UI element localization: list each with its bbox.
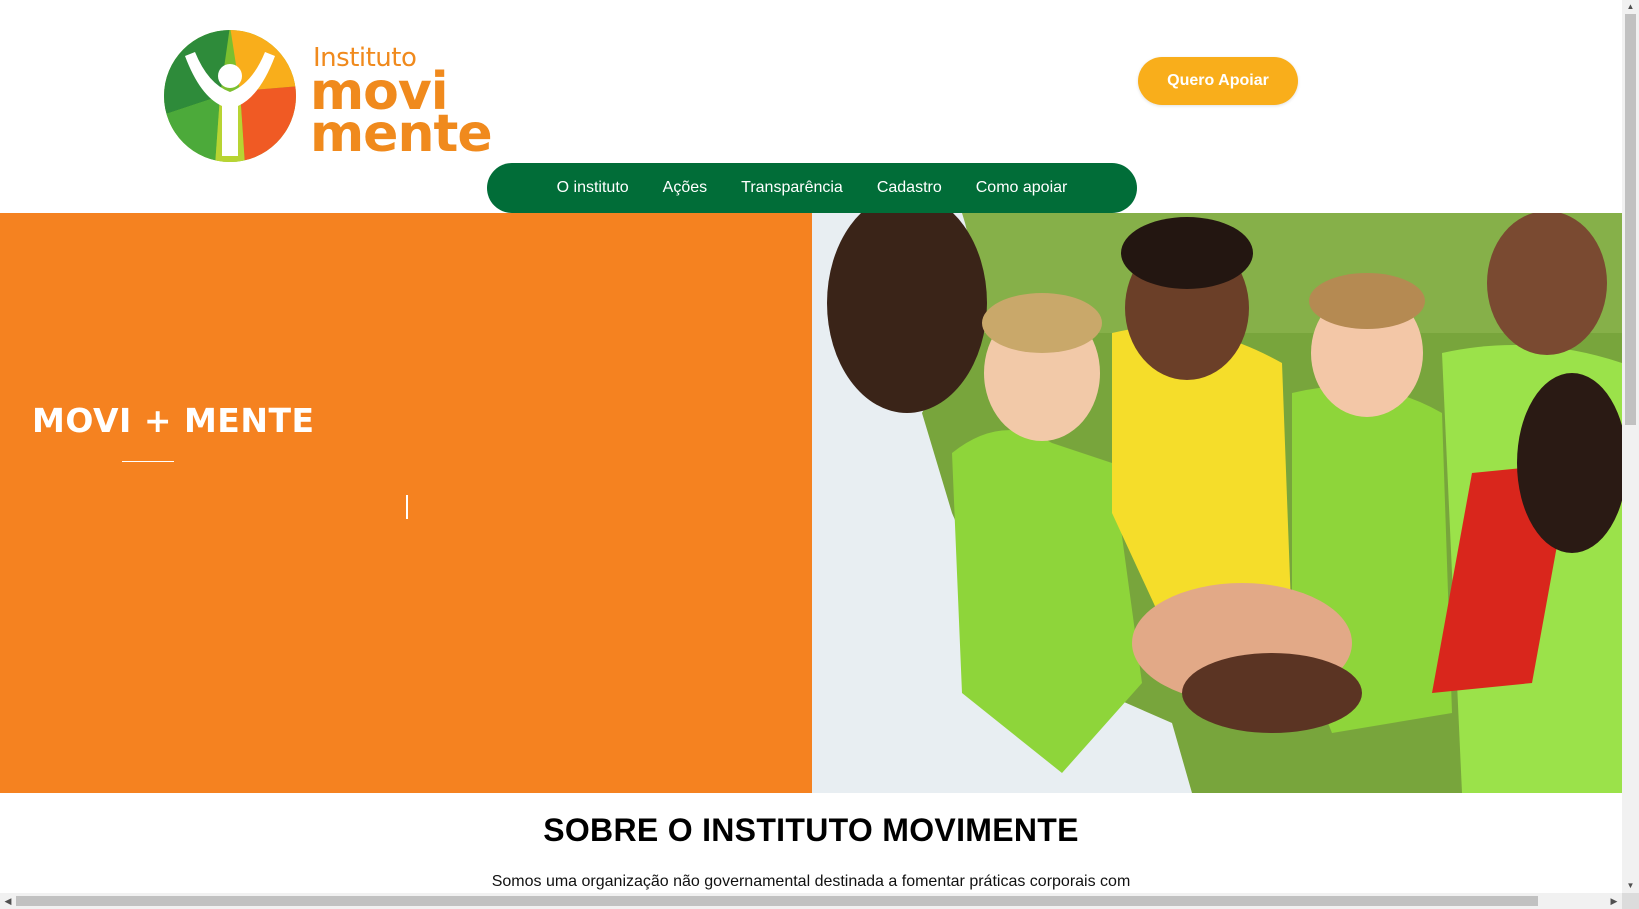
quero-apoiar-button[interactable]: Quero Apoiar [1138,57,1298,105]
about-section-text: Somos uma organização não governamental … [491,873,1131,890]
hero-panel: MOVI + MENTE [0,213,812,793]
main-nav: O instituto Ações Transparência Cadastro… [487,163,1137,213]
nav-item-o-instituto[interactable]: O instituto [557,179,629,197]
logo-text-line2: mente [310,104,493,164]
nav-item-acoes[interactable]: Ações [663,179,707,197]
horizontal-scroll-thumb[interactable] [16,896,1538,906]
scrollbar-corner [1622,893,1639,909]
about-section-title: SOBRE O INSTITUTO MOVIMENTE [543,812,1079,848]
scroll-right-icon[interactable]: ▶ [1606,893,1622,909]
hero-title: MOVI + MENTE [32,401,315,440]
scroll-down-icon[interactable]: ▼ [1622,879,1639,893]
site-header: Instituto movi mente Quero Apoiar O inst… [0,0,1622,213]
scroll-left-icon[interactable]: ◀ [0,893,16,909]
scroll-up-icon[interactable]: ▲ [1622,0,1639,14]
hero-photo-illustration [812,213,1622,793]
nav-item-cadastro[interactable]: Cadastro [877,179,942,197]
logo-icon [164,30,296,162]
site-logo[interactable]: Instituto movi mente [160,26,500,166]
nav-item-transparencia[interactable]: Transparência [741,179,843,197]
horizontal-scrollbar[interactable]: ◀ ▶ [0,893,1622,909]
vertical-scrollbar[interactable]: ▲ ▼ [1622,0,1639,893]
hero-divider [122,461,174,462]
hero-photo [812,213,1622,793]
nav-item-como-apoiar[interactable]: Como apoiar [976,179,1068,197]
text-cursor [406,495,408,519]
vertical-scroll-thumb[interactable] [1625,14,1636,425]
